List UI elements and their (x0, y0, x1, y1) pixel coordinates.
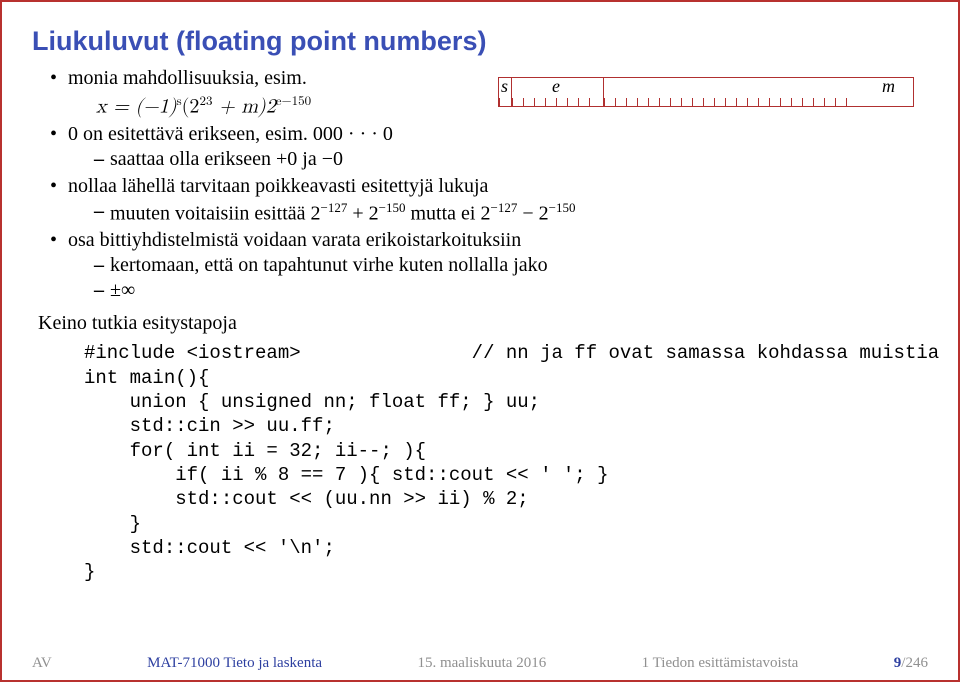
footer-date: 15. maaliskuuta 2016 (417, 655, 546, 672)
footer-author: AV (32, 655, 52, 672)
code-block: #include <iostream> // nn ja ff ovat sam… (84, 341, 928, 584)
sub-bullet: muuten voitaisiin esittää 2−127 + 2−150 … (94, 200, 928, 226)
bullet-text: osa bittiyhdistelmistä voidaan varata er… (68, 229, 521, 251)
formula: x = (−1)s(223 + m)2e−150 (96, 94, 928, 119)
page-title: Liukuluvut (floating point numbers) (32, 26, 928, 57)
footer-section: 1 Tiedon esittämistavoista (642, 655, 799, 672)
bullet-list: monia mahdollisuuksia, esim. x = (−1)s(2… (50, 67, 928, 302)
bullet-item: 0 on esitettävä erikseen, esim. 000 · · … (50, 123, 928, 171)
subsection-heading: Keino tutkia esitystapoja (38, 312, 928, 335)
footer-course: MAT-71000 Tieto ja laskenta (147, 655, 322, 672)
bullet-item: nollaa lähellä tarvitaan poikkeavasti es… (50, 175, 928, 226)
sub-bullet: kertomaan, että on tapahtunut virhe kute… (94, 254, 928, 277)
bullet-text: monia mahdollisuuksia, esim. (68, 67, 307, 89)
bullet-item: osa bittiyhdistelmistä voidaan varata er… (50, 229, 928, 302)
bullet-text: 0 on esitettävä erikseen, esim. 000 · · … (68, 123, 393, 145)
bullet-item: monia mahdollisuuksia, esim. x = (−1)s(2… (50, 67, 928, 119)
sub-bullet: saattaa olla erikseen +0 ja −0 (94, 148, 928, 171)
slide-footer: AV MAT-71000 Tieto ja laskenta 15. maali… (32, 655, 928, 672)
footer-page: 9/246 (894, 655, 928, 672)
bullet-text: nollaa lähellä tarvitaan poikkeavasti es… (68, 175, 488, 197)
slide: Liukuluvut (floating point numbers) s e … (0, 0, 960, 682)
sub-bullet: ±∞ (94, 279, 928, 302)
